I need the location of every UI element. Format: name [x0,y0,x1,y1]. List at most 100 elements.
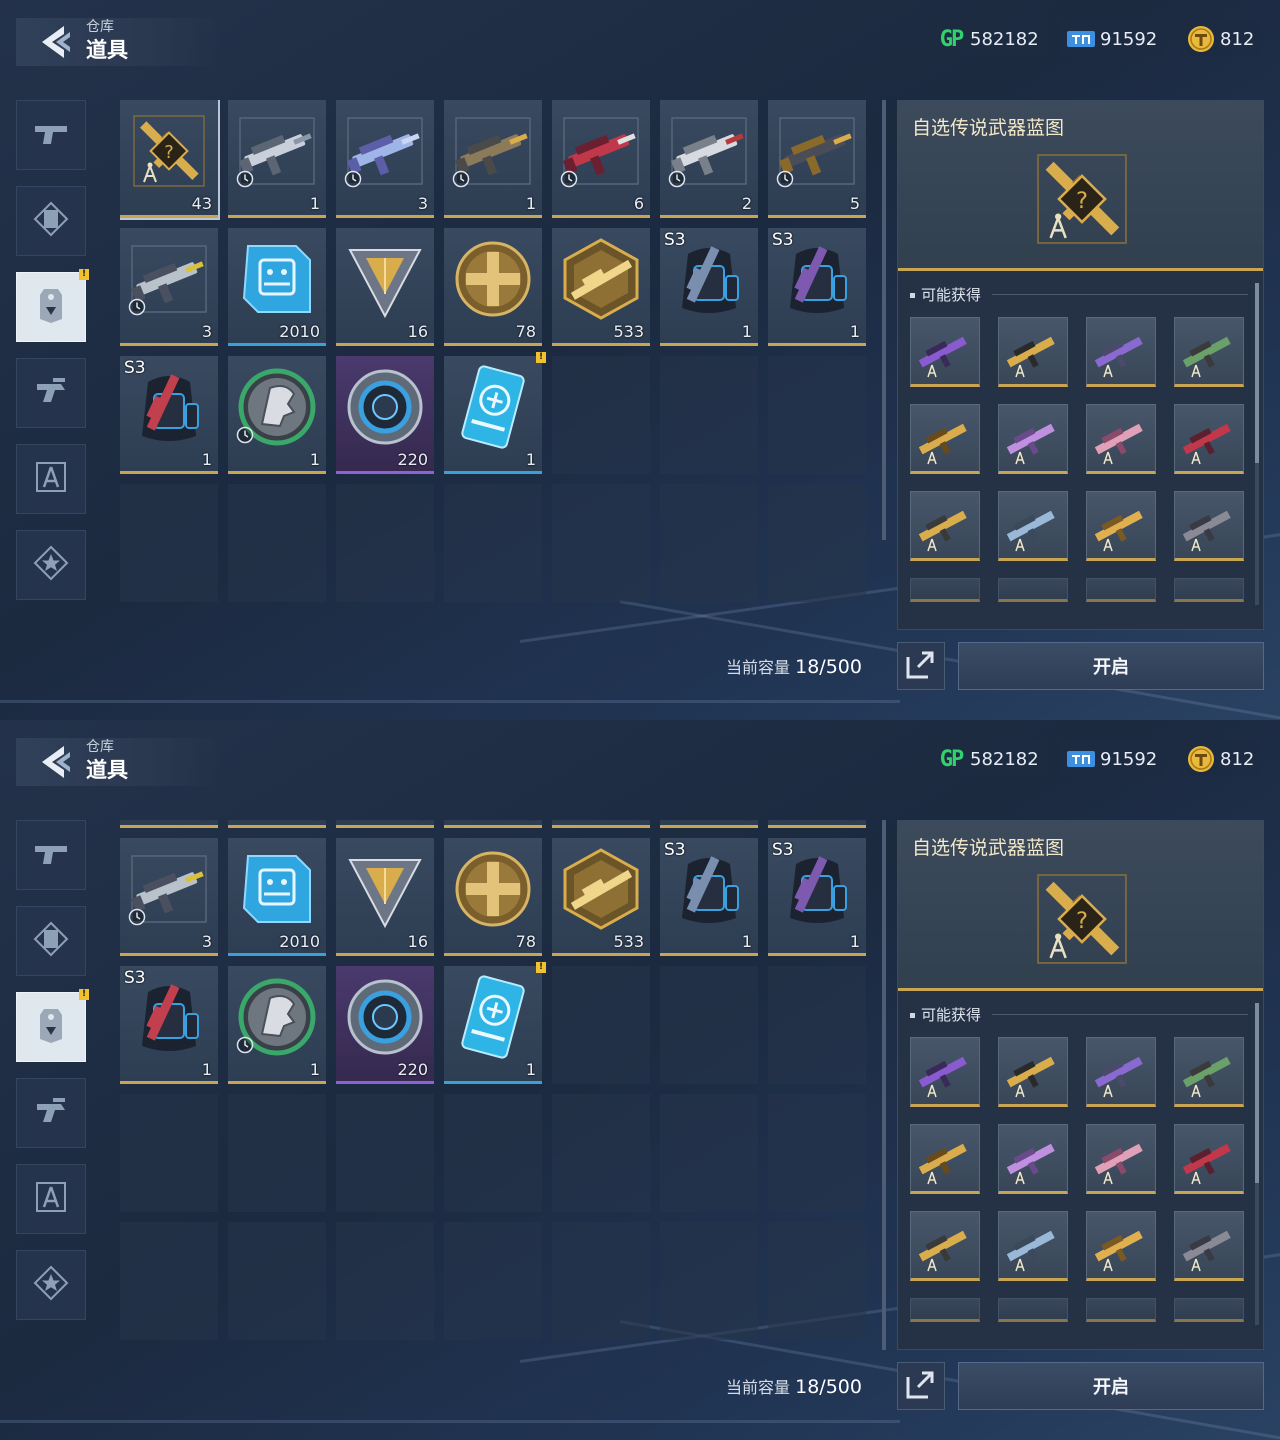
item-slot-pistol-silver[interactable]: 1 [228,100,326,218]
item-slot-blade-rifle[interactable]: 3 [336,100,434,218]
item-slot-pistol-bronze[interactable]: 1 [444,820,542,828]
item-slot-launcher-silver[interactable]: 2 [660,820,758,828]
item-slot-backpack-blue[interactable]: S3 1 [660,228,758,346]
reward-purple-sniper[interactable] [1086,317,1156,387]
item-slot-rifle-camo[interactable]: 3 [120,228,218,346]
sidebar-tab-drone[interactable] [16,1078,86,1148]
reward-dark-smg[interactable] [1174,491,1244,561]
item-slot-blade-rifle[interactable]: 3 [336,820,434,828]
rewards-scrollbar[interactable] [1255,283,1259,605]
item-slot-weapon-hex-badge[interactable]: 533 [552,228,650,346]
reward-pink-blade[interactable] [1086,404,1156,474]
item-slot-exchange-card[interactable]: ! 1 [444,962,546,1084]
reward-blue-smg[interactable] [998,491,1068,561]
back-button[interactable]: 仓库 道具 [16,18,228,66]
reward-gold-launcher[interactable] [910,404,980,474]
reward-partial[interactable] [1086,578,1156,602]
sidebar-tab-blueprint[interactable] [16,1164,86,1234]
item-slot-chip-card[interactable]: 2010 [228,838,326,956]
reward-green-smg[interactable] [1174,317,1244,387]
reward-partial[interactable] [998,1298,1068,1322]
item-slot-backpack-blue[interactable]: S3 1 [660,838,758,956]
divider [992,294,1248,295]
item-slot-rifle-camo[interactable]: 3 [120,838,218,956]
item-slot-backpack-violet[interactable]: S3 1 [768,838,866,956]
reward-partial[interactable] [910,1298,980,1322]
reward-partial[interactable] [998,578,1068,602]
item-slot-pistol-bronze[interactable]: 1 [444,100,542,218]
item-slot-chip-card[interactable]: 2010 [228,228,326,346]
item-slot-backpack-red[interactable]: S3 1 [120,966,218,1084]
reward-blue-smg[interactable] [998,1211,1068,1281]
reward-green-smg[interactable] [1174,1037,1244,1107]
share-button[interactable] [897,1362,945,1410]
item-slot-cross-medal[interactable]: 78 [444,838,542,956]
reward-purple-rifle[interactable] [910,1037,980,1107]
sidebar-tab-star-badge[interactable] [16,530,86,600]
reward-dark-smg[interactable] [1174,1211,1244,1281]
sidebar-tab-frame[interactable] [16,186,86,256]
item-slot-launcher-silver[interactable]: 2 [660,100,758,218]
item-slot-legendary-blueprint-selector[interactable]: ?43 [120,820,218,828]
item-slot-shotgun-red[interactable]: 6 [552,100,650,218]
reward-gold-launcher[interactable] [910,1124,980,1194]
item-slot-smg-dark[interactable]: 5 [768,820,866,828]
empty-slot [660,1222,758,1340]
reward-gold-black-rifle[interactable] [998,317,1068,387]
reward-purple-sniper[interactable] [1086,1037,1156,1107]
divider [992,1014,1248,1015]
reward-gold-pistol[interactable] [910,491,980,561]
reward-partial[interactable] [1174,1298,1244,1322]
reward-gold-rifle[interactable] [1086,1211,1156,1281]
reward-gold-rifle[interactable] [1086,491,1156,561]
sidebar-tab-star-badge[interactable] [16,1250,86,1320]
grid-scrollbar[interactable] [882,100,886,540]
item-slot-triangle-token[interactable]: 16 [336,838,434,956]
gold-coin-icon [1186,26,1216,52]
reward-partial[interactable] [910,578,980,602]
item-slot-backpack-red[interactable]: S3 1 [120,356,218,474]
item-slot-smg-dark[interactable]: 5 [768,100,866,218]
item-slot-purple-ring-core[interactable]: 220 [336,356,434,474]
red-shotgun-icon [1178,408,1240,474]
reward-partial[interactable] [1174,578,1244,602]
item-slot-shotgun-red[interactable]: 6 [552,820,650,828]
item-slot-weapon-hex-badge[interactable]: 533 [552,838,650,956]
sidebar-tab-frame[interactable] [16,906,86,976]
item-slot-legendary-blueprint-selector[interactable]: ?43 [120,100,220,220]
svg-text:?: ? [1076,908,1088,934]
empty-slot [120,484,218,602]
back-button[interactable]: 仓库 道具 [16,738,228,786]
grid-scrollbar[interactable] [882,820,886,1350]
item-slot-backpack-violet[interactable]: S3 1 [768,228,866,346]
reward-purple-rifle[interactable] [910,317,980,387]
item-slot-purple-ring-core[interactable]: 220 [336,966,434,1084]
item-slot-exchange-card[interactable]: ! 1 [444,352,546,474]
cross-medal-icon [450,846,536,932]
reward-pink-blade[interactable] [1086,1124,1156,1194]
item-slot-helmet-emblem[interactable]: 1 [228,966,326,1084]
item-slot-cross-medal[interactable]: 78 [444,228,542,346]
reward-pink-shotgun[interactable] [998,404,1068,474]
item-slot-triangle-token[interactable]: 16 [336,228,434,346]
reward-red-shotgun[interactable] [1174,1124,1244,1194]
item-slot-pistol-silver[interactable]: 1 [228,820,326,828]
reward-red-shotgun[interactable] [1174,404,1244,474]
sidebar-tab-blueprint[interactable] [16,444,86,514]
inventory-grid[interactable]: ?43131625320101678533S31S31S311220!1 [120,820,870,1350]
sidebar-tab-pistol[interactable] [16,820,86,890]
sidebar-tab-tag[interactable]: ! [16,989,89,1062]
sidebar-tab-tag[interactable]: ! [16,269,89,342]
sidebar-tab-drone[interactable] [16,358,86,428]
reward-pink-shotgun[interactable] [998,1124,1068,1194]
reward-gold-pistol[interactable] [910,1211,980,1281]
inventory-grid[interactable]: ?43131625320101678533S31S31S311220!1 [120,100,870,605]
reward-partial[interactable] [1086,1298,1156,1322]
item-slot-helmet-emblem[interactable]: 1 [228,356,326,474]
open-button[interactable]: 开启 [958,642,1264,690]
share-button[interactable] [897,642,945,690]
open-button[interactable]: 开启 [958,1362,1264,1410]
rewards-scrollbar[interactable] [1255,1003,1259,1325]
sidebar-tab-pistol[interactable] [16,100,86,170]
reward-gold-black-rifle[interactable] [998,1037,1068,1107]
